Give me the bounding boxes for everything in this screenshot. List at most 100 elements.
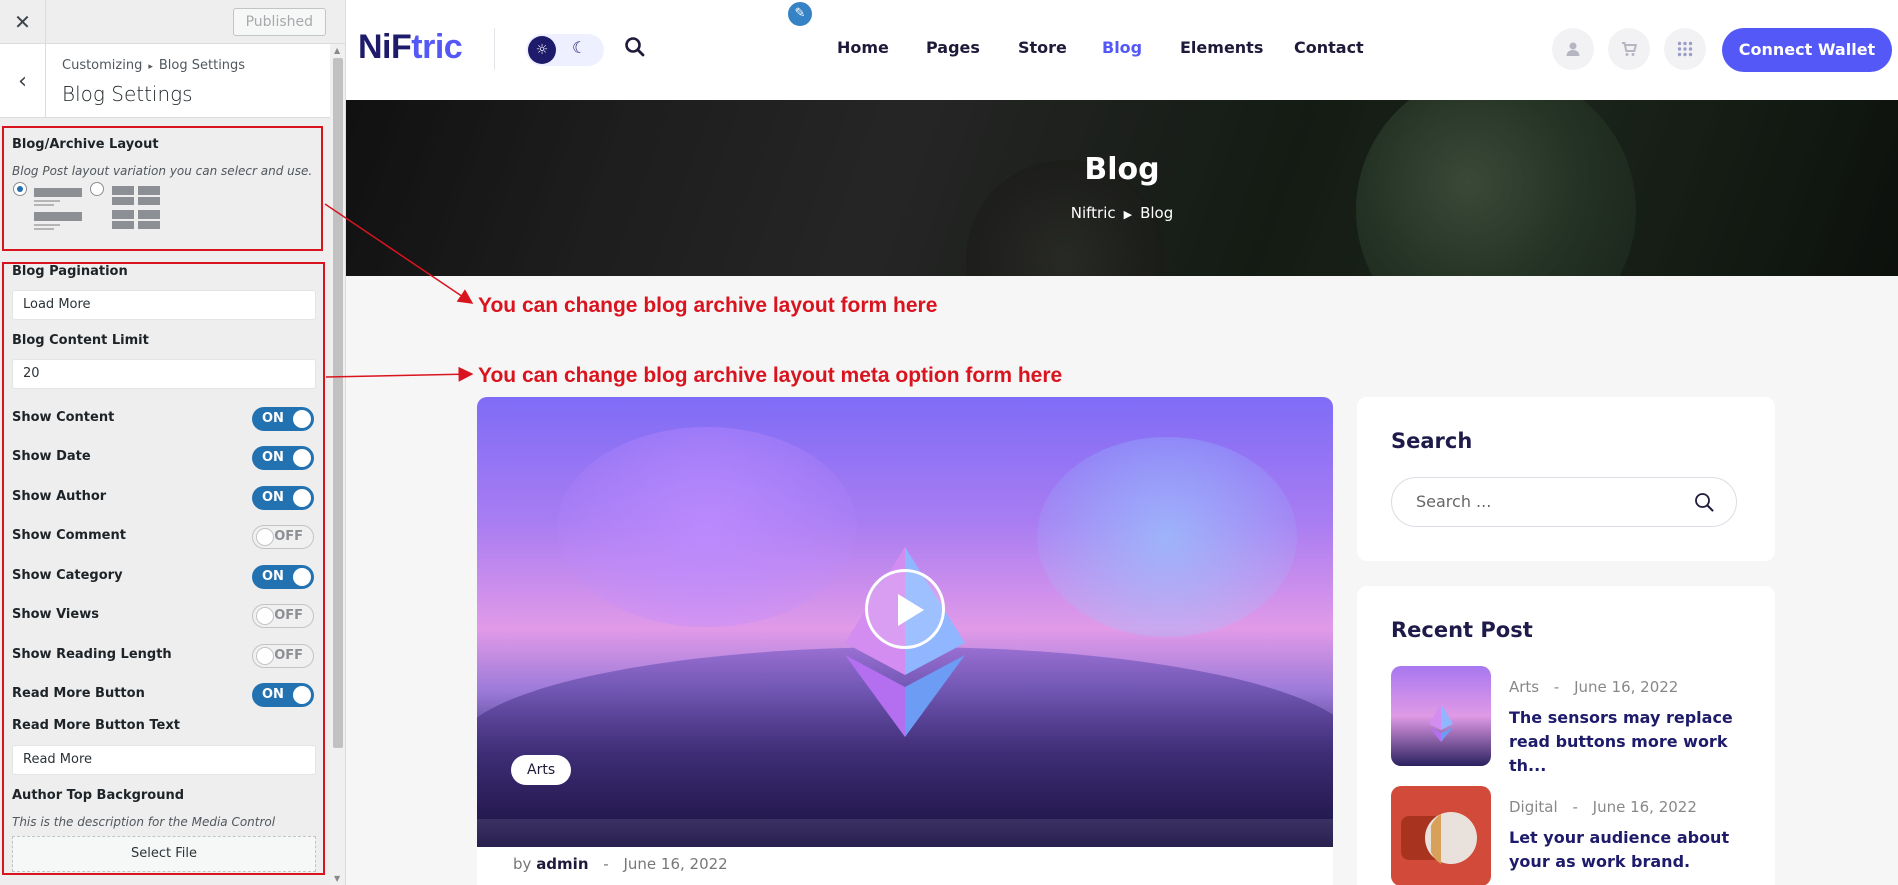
edit-pencil-icon[interactable]: ✎ [786,0,814,28]
content-limit-label: Blog Content Limit [12,333,149,348]
recent-posts-title: Recent Post [1391,618,1533,642]
recent-post-date: June 16, 2022 [1592,798,1697,816]
breadcrumb-current: Blog [1140,204,1174,222]
toggle-knob [293,410,311,428]
apps-grid-icon[interactable] [1664,28,1706,70]
toggle-switch[interactable]: OFF [252,604,314,628]
sidebar-scrollbar[interactable]: ▲ ▼ [330,44,345,885]
nav-store[interactable]: Store [1018,38,1067,57]
breadcrumb-section: Blog Settings [158,58,246,73]
section-title: Blog Settings [62,82,193,106]
toggle-knob [256,607,274,625]
search-widget: Search Search ... [1357,397,1775,561]
toggle-switch[interactable]: ON [252,446,314,470]
toggle-knob [256,528,274,546]
author-bg-description: This is the description for the Media Co… [12,815,276,829]
published-button[interactable]: Published [232,8,326,36]
post-featured-image[interactable]: Arts [477,397,1333,847]
content-limit-input[interactable]: 20 [12,359,316,389]
layout-description: Blog Post layout variation you can selec… [12,164,313,178]
annotation-layout-note: You can change blog archive layout form … [478,294,938,317]
recent-post-thumbnail[interactable] [1391,666,1491,766]
toggle-label: Show Content [12,410,115,425]
layout-label: Blog/Archive Layout [12,137,159,152]
recent-post-category[interactable]: Arts [1509,678,1539,696]
recent-post-title[interactable]: The sensors may replace read buttons mor… [1509,706,1749,778]
toggle-state-text: ON [262,687,284,702]
connect-wallet-button[interactable]: Connect Wallet [1722,28,1892,72]
header-divider [494,28,495,70]
toggle-state-text: ON [262,411,284,426]
scroll-down-icon[interactable]: ▼ [334,874,340,883]
recent-post-title[interactable]: Let your audience about your as work bra… [1509,826,1749,874]
nav-pages[interactable]: Pages [926,38,980,57]
meta-separator: - [1572,798,1578,816]
nav-elements[interactable]: Elements [1180,38,1263,57]
toggle-state-text: OFF [274,608,303,623]
chevron-right-icon: ▶ [1123,208,1133,221]
toggle-label: Show Category [12,568,123,583]
breadcrumb-home-link[interactable]: Niftric [1071,204,1116,222]
toggle-label: Read More Button [12,686,145,701]
close-icon[interactable]: ✕ [0,0,46,44]
image-glow [557,427,857,627]
moon-icon[interactable]: ☾ [572,38,586,57]
scroll-up-icon[interactable]: ▲ [334,46,340,55]
banner-breadcrumb: Niftric ▶ Blog [346,204,1898,222]
list-layout-icon[interactable] [30,184,86,234]
cart-icon[interactable] [1608,28,1650,70]
recent-post-meta: Arts - June 16, 2022 [1509,678,1678,696]
theme-mode-switch[interactable]: ☼ ☾ [526,34,604,66]
toggle-state-text: OFF [274,648,303,663]
author-bg-label: Author Top Background [12,788,185,803]
layout-radio-grid[interactable] [90,182,104,196]
toggle-switch[interactable]: ON [252,683,314,707]
toggle-knob [293,449,311,467]
pagination-label: Blog Pagination [12,264,128,279]
toggle-switch[interactable]: ON [252,486,314,510]
toggle-label: Show Reading Length [12,647,172,662]
recent-posts-widget: Recent Post Arts - June 16, 2022 The sen… [1357,586,1775,885]
sphere-thumbnail-image [1401,812,1477,864]
toggle-knob [293,568,311,586]
sun-icon[interactable]: ☼ [528,36,556,64]
scrollbar-thumb[interactable] [333,58,343,748]
meta-separator: - [603,855,609,873]
customizer-topbar: ✕ Published [0,0,345,44]
nav-blog[interactable]: Blog [1102,38,1142,57]
recent-post-category[interactable]: Digital [1509,798,1558,816]
play-video-icon[interactable] [865,569,945,649]
layout-radio-list[interactable] [13,182,27,196]
nav-home[interactable]: Home [837,38,889,57]
toggle-knob [256,647,274,665]
toggle-switch[interactable]: OFF [252,525,314,549]
nav-contact[interactable]: Contact [1294,38,1364,57]
site-logo[interactable]: NiFtric [358,28,463,67]
search-widget-title: Search [1391,429,1473,453]
customizer-panel: ✕ Published ‹ Customizing ▸ Blog Settings … [0,0,346,885]
post-category-tag[interactable]: Arts [511,755,572,785]
read-more-text-input[interactable]: Read More [12,745,316,775]
search-icon[interactable] [1694,492,1714,512]
blog-post-card[interactable]: Arts by admin - June 16, 2022 [477,397,1333,885]
site-header: NiFtric ☼ ☾ ✎ Home Pages Store Blog Elem… [346,0,1898,100]
toggle-switch[interactable]: OFF [252,644,314,668]
recent-post-meta: Digital - June 16, 2022 [1509,798,1697,816]
user-icon[interactable] [1552,28,1594,70]
search-icon[interactable] [624,36,646,58]
back-arrow-icon[interactable]: ‹ [0,44,46,118]
section-header: ‹ Customizing ▸ Blog Settings Blog Setting… [0,44,330,118]
toggle-switch[interactable]: ON [252,407,314,431]
post-author-link[interactable]: admin [536,855,588,873]
breadcrumb-separator-icon: ▸ [148,62,153,72]
recent-post-thumbnail[interactable] [1391,786,1491,885]
pagination-select[interactable]: Load More [12,290,316,320]
recent-post-date: June 16, 2022 [1574,678,1679,696]
sidebar-search-input[interactable]: Search ... [1391,477,1737,527]
toggle-switch[interactable]: ON [252,565,314,589]
toggle-label: Show Views [12,607,99,622]
grid-layout-icon[interactable] [110,184,166,234]
select-file-button[interactable]: Select File [12,836,316,872]
annotation-meta-note: You can change blog archive layout meta … [478,364,1063,387]
toggle-knob [293,686,311,704]
